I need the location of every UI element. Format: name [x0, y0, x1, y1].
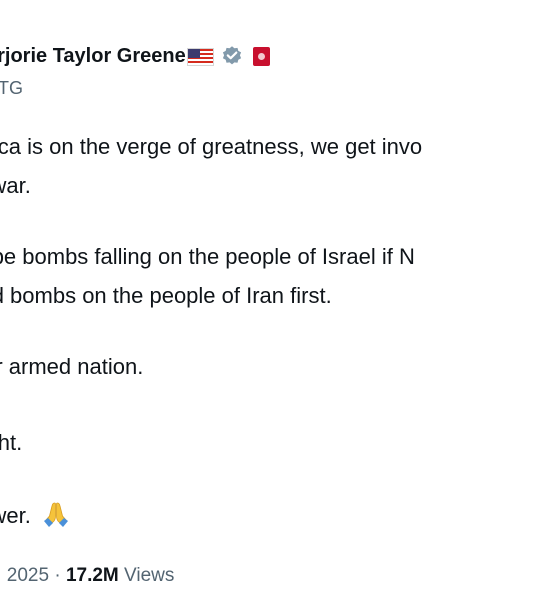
- us-flag-icon: [186, 48, 214, 66]
- tweet-text-line: merica is on the verge of greatness, we …: [0, 134, 423, 159]
- tweet-text-line: ır fight.: [0, 430, 23, 455]
- tweet-meta: l, 2025 · 17.2M Views: [0, 562, 174, 590]
- tweet: arjorie Taylor Greene TG merica is on th…: [0, 0, 550, 600]
- tweet-header: arjorie Taylor Greene: [0, 42, 270, 70]
- user-handle[interactable]: TG: [0, 76, 23, 100]
- meta-separator: ·: [54, 565, 61, 586]
- tweet-text-line: not be bombs falling on the people of Is…: [0, 244, 415, 269]
- tweet-text-line-last: answer.: [0, 498, 71, 534]
- folded-hands-icon: [43, 502, 68, 527]
- verified-badge-icon[interactable]: [221, 45, 243, 67]
- tweet-date[interactable]: l, 2025: [0, 565, 49, 586]
- display-name[interactable]: arjorie Taylor Greene: [0, 42, 186, 70]
- tweet-text-line: clear armed nation.: [0, 354, 144, 379]
- tweet-text-line: oped bombs on the people of Iran first.: [0, 283, 332, 308]
- government-affiliate-icon[interactable]: [252, 46, 270, 66]
- tweet-text-line: ign war.: [0, 173, 31, 198]
- views-label: Views: [124, 565, 175, 586]
- tweet-text-segment: answer.: [0, 503, 31, 528]
- views-count: 17.2M: [65, 565, 119, 586]
